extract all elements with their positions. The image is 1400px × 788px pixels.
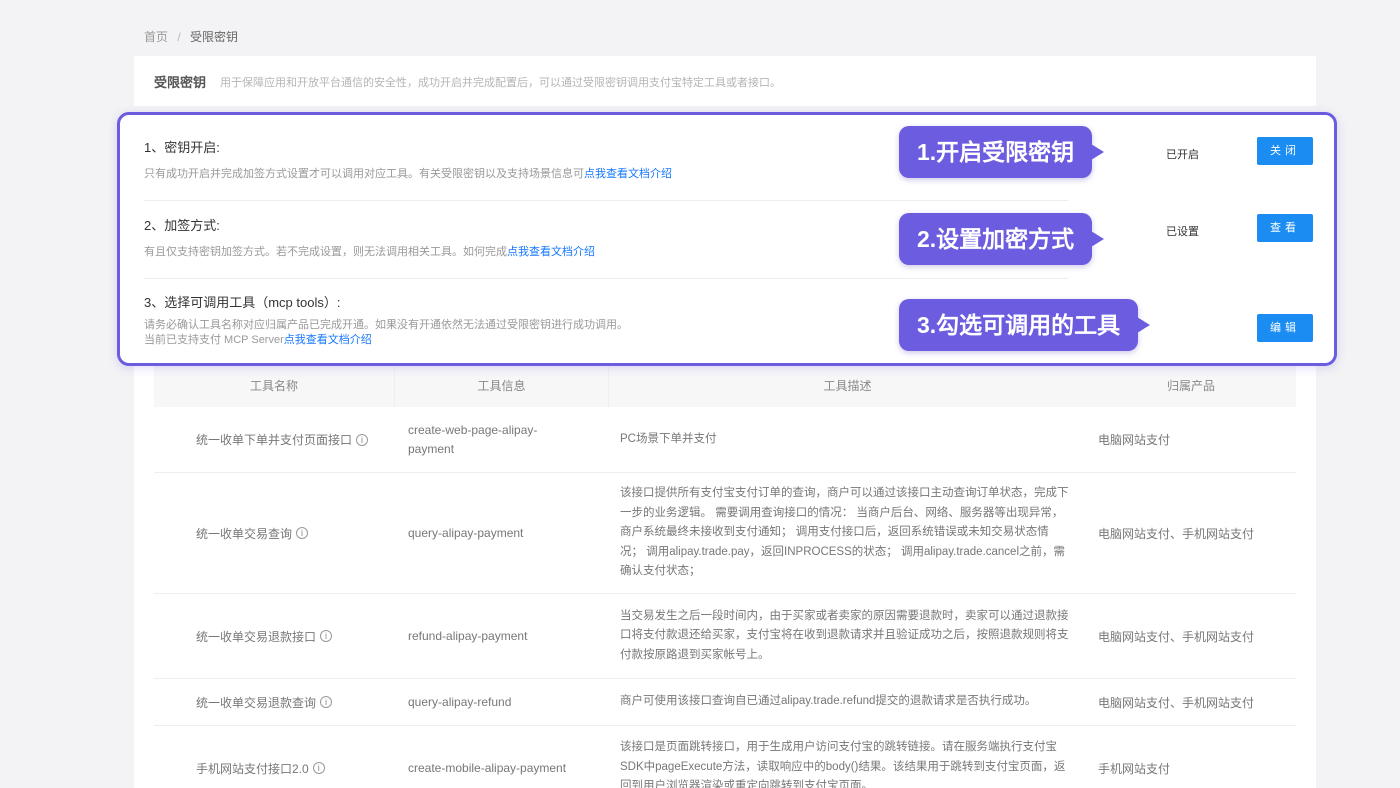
- tool-product: 电脑网站支付、手机网站支付: [1098, 629, 1255, 644]
- tool-info: refund-alipay-payment: [408, 628, 528, 643]
- tool-name: 手机网站支付接口2.0: [196, 761, 309, 776]
- doc-link[interactable]: 点我查看文档介绍: [507, 246, 595, 258]
- tools-table: 工具名称 工具信息 工具描述 归属产品 统一收单下单并支付页面接口 i creat…: [134, 360, 1316, 788]
- tool-description: 该接口是页面跳转接口，用于生成用户访问支付宝的跳转链接。请在服务端执行支付宝SD…: [620, 741, 1066, 788]
- callout-step-1: 1.开启受限密钥: [899, 126, 1105, 178]
- column-header-name: 工具名称: [249, 379, 298, 393]
- doc-link[interactable]: 点我查看文档介绍: [584, 168, 672, 180]
- table-row: 手机网站支付接口2.0 i create-mobile-alipay-paymen…: [154, 726, 1296, 788]
- tool-name-cell: 统一收单交易查询 i: [196, 473, 396, 593]
- view-sign-button[interactable]: 查看: [1257, 214, 1313, 242]
- breadcrumb-home[interactable]: 首页: [144, 30, 168, 44]
- divider: [144, 278, 1068, 279]
- info-icon[interactable]: i: [312, 762, 325, 774]
- info-icon[interactable]: i: [296, 527, 309, 539]
- tool-info: query-alipay-payment: [408, 525, 524, 540]
- callout-step-3: 3.勾选可调用的工具: [899, 299, 1151, 351]
- mcp-support-text: 当前已支持支付 MCP Server: [144, 334, 284, 346]
- page-header: 受限密钥 用于保障应用和开放平台通信的安全性，成功开启并完成配置后，可以通过受限…: [134, 56, 1316, 106]
- column-header-desc: 工具描述: [608, 365, 1086, 407]
- column-header-product: 归属产品: [1166, 379, 1215, 393]
- tool-product: 电脑网站支付、手机网站支付: [1098, 695, 1255, 710]
- tool-description: 该接口提供所有支付宝支付订单的查询，商户可以通过该接口主动查询订单状态，完成下一…: [620, 487, 1069, 578]
- tool-name: 统一收单交易退款查询: [196, 695, 317, 710]
- doc-link[interactable]: 点我查看文档介绍: [284, 334, 372, 346]
- tool-product: 手机网站支付: [1098, 761, 1171, 776]
- tool-name-cell: 统一收单交易退款接口 i: [196, 594, 396, 678]
- edit-tools-button[interactable]: 编辑: [1257, 314, 1313, 342]
- tool-description: PC场景下单并支付: [620, 432, 717, 445]
- status-configured: 已设置: [1166, 226, 1199, 238]
- tool-description: 当交易发生之后一段时间内，由于买家或者卖家的原因需要退款时，卖家可以通过退款接口…: [620, 609, 1069, 661]
- breadcrumb: 首页 / 受限密钥: [144, 28, 238, 45]
- breadcrumb-separator: /: [177, 30, 181, 44]
- close-key-button[interactable]: 关闭: [1257, 137, 1313, 165]
- tool-name-cell: 手机网站支付接口2.0 i: [196, 726, 396, 788]
- section-description-text: 只有成功开启并完成加签方式设置才可以调用对应工具。有关受限密钥以及支持场景信息可: [144, 168, 584, 180]
- tool-name: 统一收单下单并支付页面接口: [196, 433, 353, 447]
- table-row: 统一收单交易退款查询 i query-alipay-refund 商户可使用该接口…: [154, 679, 1296, 726]
- tool-product: 电脑网站支付: [1098, 433, 1171, 447]
- table-row: 统一收单交易查询 i query-alipay-payment 该接口提供所有支付…: [154, 473, 1296, 594]
- tool-product: 电脑网站支付、手机网站支付: [1098, 526, 1255, 541]
- info-icon[interactable]: i: [320, 630, 333, 642]
- divider: [144, 200, 1068, 201]
- column-header-info: 工具信息: [394, 365, 608, 407]
- tool-info: create-mobile-alipay-payment: [408, 760, 567, 775]
- section-description-text: 有且仅支持密钥加签方式。若不完成设置，则无法调用相关工具。如何完成: [144, 246, 507, 258]
- status-enabled: 已开启: [1166, 149, 1199, 161]
- page-title: 受限密钥: [154, 75, 207, 90]
- callout-step-2: 2.设置加密方式: [899, 213, 1105, 265]
- tool-name-cell: 统一收单交易退款查询 i: [196, 679, 396, 725]
- page-description: 用于保障应用和开放平台通信的安全性，成功开启并完成配置后，可以通过受限密钥调用支…: [220, 77, 781, 89]
- breadcrumb-current: 受限密钥: [190, 30, 239, 44]
- config-panel: 1、密钥开启: 只有成功开启并完成加签方式设置才可以调用对应工具。有关受限密钥以…: [117, 112, 1337, 366]
- table-row: 统一收单下单并支付页面接口 i create-web-page-alipay-pa…: [154, 407, 1296, 473]
- tool-name-cell: 统一收单下单并支付页面接口 i: [196, 407, 396, 472]
- table-row: 统一收单交易退款接口 i refund-alipay-payment 当交易发生之…: [154, 594, 1296, 679]
- tool-info: query-alipay-refund: [408, 694, 512, 709]
- info-icon[interactable]: i: [356, 433, 369, 446]
- tool-name: 统一收单交易查询: [196, 526, 293, 541]
- tool-info: create-web-page-alipay-payment: [408, 422, 538, 456]
- info-icon[interactable]: i: [320, 696, 333, 708]
- table-header: 工具名称 工具信息 工具描述 归属产品: [154, 365, 1296, 407]
- tool-description: 商户可使用该接口查询自已通过alipay.trade.refund提交的退款请求…: [620, 695, 1037, 708]
- tool-name: 统一收单交易退款接口: [196, 629, 317, 644]
